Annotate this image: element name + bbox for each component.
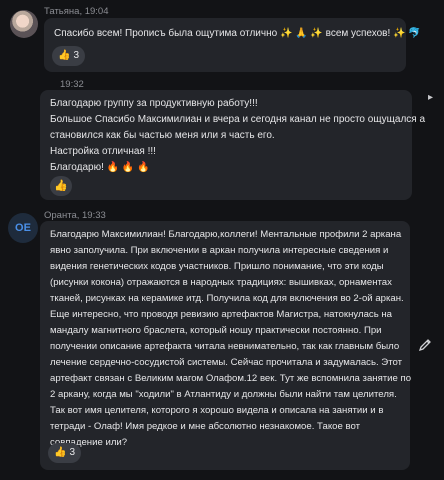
message-text-line: получении описание артефакта читала невн… bbox=[50, 341, 400, 352]
message-text-line: совпадение или? bbox=[50, 437, 128, 448]
timestamp: 19:33 bbox=[82, 210, 106, 221]
message-bubble[interactable]: Благодарю группу за продуктивную работу!… bbox=[40, 90, 426, 200]
message-text-line: артефакт связан с Великим магом Олафом.1… bbox=[50, 373, 412, 384]
message-text-line: Еще интересно, что проводя ревизию артеф… bbox=[50, 309, 393, 320]
message-meta: Оранта, 19:33 bbox=[44, 210, 106, 221]
message-text-line: Благодарю группу за продуктивную работу!… bbox=[50, 98, 258, 109]
message-text-line: видения генетических кодов участников. П… bbox=[50, 261, 384, 272]
message-text-line: Большое Спасибо Максимилиан и вчера и се… bbox=[50, 114, 426, 125]
avatar-tatiana[interactable] bbox=[10, 10, 38, 38]
avatar-oranta[interactable]: OE bbox=[8, 213, 38, 243]
message-text-line: становился как бы частью меня или я част… bbox=[50, 130, 275, 141]
author-name[interactable]: Оранта bbox=[44, 210, 77, 221]
like-reaction[interactable]: 👍 3 bbox=[48, 443, 82, 463]
message-text-line: (рисунки кокона) отражаются в народных т… bbox=[50, 277, 392, 288]
author-name[interactable]: Татьяна bbox=[44, 6, 79, 17]
message-text-line: Настройка отличная !!! bbox=[50, 146, 156, 157]
thumbs-up-icon: 👍 bbox=[54, 180, 68, 192]
timestamp: 19:04 bbox=[84, 6, 109, 17]
thumbs-up-icon: 👍 bbox=[58, 50, 71, 61]
message-text-line: тканей, рисунках на керамике итд. Получи… bbox=[50, 293, 404, 304]
thumbs-up-icon: 👍 bbox=[54, 447, 67, 458]
message-text-line: 2 аркану, когда мы "ходили" в Атлантиду … bbox=[50, 389, 397, 400]
message-text: Спасибо всем! Прописъ была ощутима отлич… bbox=[54, 28, 421, 39]
message-text-line: явно заполучила. При включении в аркан п… bbox=[50, 245, 389, 256]
message-text-line: Благодарю Максимилиан! Благодарю,коллеги… bbox=[50, 229, 402, 240]
message-text-line: лечение сердечно-сосудистой системы. Сей… bbox=[50, 357, 402, 368]
message-bubble[interactable]: Благодарю Максимилиан! Благодарю,коллеги… bbox=[40, 221, 412, 470]
avatar-initials: OE bbox=[15, 222, 31, 234]
message-text-line: мандалу магнитного браслета, который нош… bbox=[50, 325, 382, 336]
message-meta: 19:32 bbox=[60, 79, 84, 90]
reaction-count: 3 bbox=[69, 447, 76, 458]
like-reaction[interactable]: 👍 bbox=[50, 176, 72, 196]
reaction-count: 3 bbox=[73, 50, 80, 61]
timestamp: 19:32 bbox=[60, 79, 84, 90]
edit-icon[interactable] bbox=[418, 338, 432, 352]
message-bubble[interactable]: Спасибо всем! Прописъ была ощутима отлич… bbox=[44, 18, 421, 72]
message-meta: Татьяна, 19:04 bbox=[44, 6, 109, 17]
like-reaction[interactable]: 👍 3 bbox=[52, 46, 86, 66]
message-text-line: Благодарю! 🔥 🔥 🔥 bbox=[50, 162, 150, 173]
message-text-line: Так вот имя целителя, которого я хорошо … bbox=[50, 405, 384, 416]
more-options-icon[interactable]: ▸ bbox=[428, 92, 433, 103]
message-text-line: тетради - Олаф! Имя редкое и мне абсолют… bbox=[50, 421, 360, 432]
